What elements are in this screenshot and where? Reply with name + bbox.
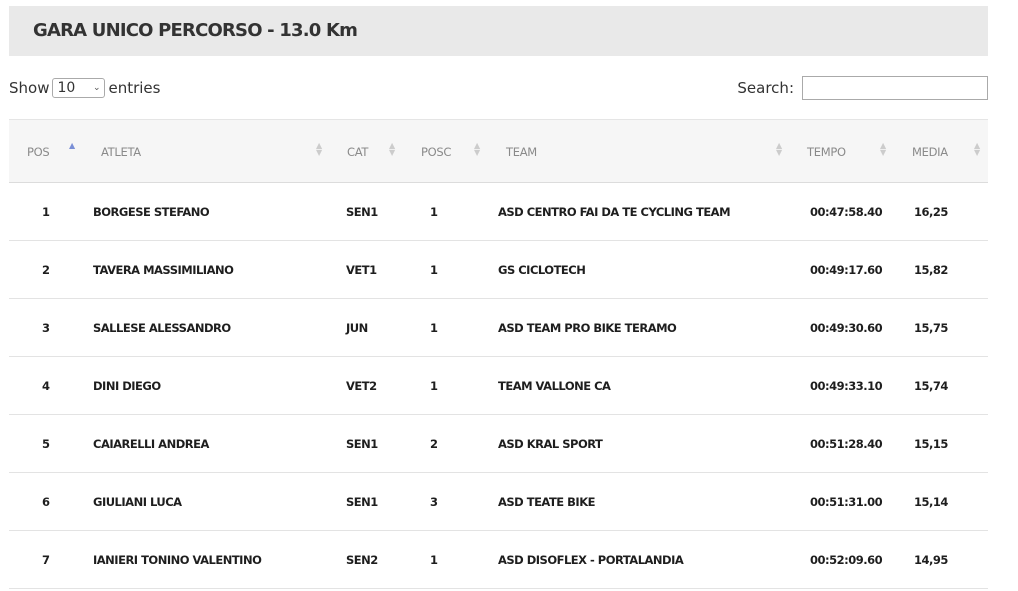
cell-cat: SEN1	[333, 182, 408, 241]
cell-pos: 1	[9, 182, 93, 241]
search-input[interactable]	[802, 76, 988, 100]
cell-pos: 7	[9, 530, 93, 589]
column-header-label: MEDIA	[912, 145, 948, 159]
column-header-label: CAT	[347, 145, 369, 159]
entries-select[interactable]: 10 ⌄	[52, 78, 106, 98]
entries-length-control: Show 10 ⌄ entries	[9, 77, 160, 99]
entries-select-value: 10	[57, 80, 76, 96]
column-header-pos[interactable]: POS ▲▼	[9, 119, 93, 183]
cell-pos: 3	[9, 298, 93, 357]
cell-media: 14,95	[898, 530, 988, 589]
results-table: POS ▲▼ ATLETA ▲▼ CAT ▲▼ POSC ▲▼ TEAM ▲▼ …	[9, 119, 988, 589]
cell-tempo: 00:51:28.40	[794, 414, 898, 473]
column-header-media[interactable]: MEDIA ▲ ▼	[898, 119, 988, 183]
table-row: 5 CAIARELLI ANDREA SEN1 2 ASD KRAL SPORT 00:5…	[9, 414, 988, 473]
cell-posc: 1	[408, 356, 493, 415]
sort-ascending-icon: ▲▼	[69, 141, 75, 150]
column-header-posc[interactable]: POSC ▲ ▼	[408, 119, 493, 183]
cell-pos: 2	[9, 240, 93, 299]
table-row: 7 IANIERI TONINO VALENTINO SEN2 1 ASD DISOFL…	[9, 530, 988, 589]
table-header-row: POS ▲▼ ATLETA ▲▼ CAT ▲▼ POSC ▲▼ TEAM ▲▼ …	[9, 119, 988, 183]
cell-team: ASD KRAL SPORT	[493, 414, 794, 473]
sort-icon: ▲ ▼	[880, 141, 886, 157]
cell-media: 15,82	[898, 240, 988, 299]
cell-atleta: BORGESE STEFANO	[93, 182, 333, 241]
column-header-team[interactable]: TEAM ▲ ▼	[493, 119, 794, 183]
cell-posc: 1	[408, 530, 493, 589]
table-row: 2 TAVERA MASSIMILIANO VET1 1 GS CICLOTECH 00:…	[9, 240, 988, 299]
cell-posc: 1	[408, 182, 493, 241]
cell-team: ASD TEATE BIKE	[493, 472, 794, 531]
cell-posc: 3	[408, 472, 493, 531]
cell-tempo: 00:49:17.60	[794, 240, 898, 299]
column-header-label: ATLETA	[101, 145, 141, 159]
column-header-atleta[interactable]: ATLETA ▲ ▼	[93, 119, 333, 183]
cell-team: GS CICLOTECH	[493, 240, 794, 299]
cell-media: 15,14	[898, 472, 988, 531]
search-control: Search:	[737, 76, 988, 100]
cell-atleta: TAVERA MASSIMILIANO	[93, 240, 333, 299]
cell-cat: VET1	[333, 240, 408, 299]
table-row: 1 BORGESE STEFANO SEN1 1 ASD CENTRO FAI DA T…	[9, 182, 988, 241]
page-title: GARA UNICO PERCORSO - 13.0 Km	[33, 20, 358, 41]
column-header-label: POSC	[421, 145, 452, 159]
cell-team: ASD CENTRO FAI DA TE CYCLING TEAM	[493, 182, 794, 241]
chevron-down-icon: ⌄	[92, 83, 101, 93]
cell-team: ASD DISOFLEX - PORTALANDIA	[493, 530, 794, 589]
cell-pos: 6	[9, 472, 93, 531]
cell-atleta: GIULIANI LUCA	[93, 472, 333, 531]
cell-pos: 4	[9, 356, 93, 415]
cell-tempo: 00:49:30.60	[794, 298, 898, 357]
cell-posc: 2	[408, 414, 493, 473]
cell-media: 15,75	[898, 298, 988, 357]
cell-posc: 1	[408, 240, 493, 299]
table-row: 4 DINI DIEGO VET2 1 TEAM VALLONE CA 00:49:33.…	[9, 356, 988, 415]
cell-cat: JUN	[333, 298, 408, 357]
column-header-label: POS	[27, 145, 50, 159]
cell-atleta: SALLESE ALESSANDRO	[93, 298, 333, 357]
cell-cat: VET2	[333, 356, 408, 415]
cell-media: 15,74	[898, 356, 988, 415]
cell-tempo: 00:47:58.40	[794, 182, 898, 241]
column-header-cat[interactable]: CAT ▲ ▼	[333, 119, 408, 183]
sort-icon: ▲ ▼	[389, 141, 395, 157]
column-header-label: TEMPO	[807, 145, 846, 159]
cell-cat: SEN1	[333, 414, 408, 473]
cell-media: 15,15	[898, 414, 988, 473]
cell-atleta: DINI DIEGO	[93, 356, 333, 415]
cell-cat: SEN2	[333, 530, 408, 589]
cell-team: ASD TEAM PRO BIKE TERAMO	[493, 298, 794, 357]
sort-icon: ▲ ▼	[776, 141, 782, 157]
sort-icon: ▲ ▼	[316, 141, 322, 157]
cell-atleta: IANIERI TONINO VALENTINO	[93, 530, 333, 589]
page-header: GARA UNICO PERCORSO - 13.0 Km	[9, 6, 988, 56]
cell-team: TEAM VALLONE CA	[493, 356, 794, 415]
column-header-tempo[interactable]: TEMPO ▲ ▼	[794, 119, 898, 183]
column-header-label: TEAM	[506, 145, 537, 159]
table-row: 6 GIULIANI LUCA SEN1 3 ASD TEATE BIKE 00:51:3…	[9, 472, 988, 531]
table-row: 3 SALLESE ALESSANDRO JUN 1 ASD TEAM PRO BIKE…	[9, 298, 988, 357]
sort-icon: ▲ ▼	[474, 141, 480, 157]
cell-cat: SEN1	[333, 472, 408, 531]
cell-posc: 1	[408, 298, 493, 357]
cell-pos: 5	[9, 414, 93, 473]
cell-media: 16,25	[898, 182, 988, 241]
cell-atleta: CAIARELLI ANDREA	[93, 414, 333, 473]
entries-label: entries	[108, 79, 161, 97]
cell-tempo: 00:52:09.60	[794, 530, 898, 589]
show-label: Show	[9, 79, 50, 97]
sort-icon: ▲ ▼	[974, 141, 980, 157]
cell-tempo: 00:51:31.00	[794, 472, 898, 531]
search-label: Search:	[737, 79, 794, 97]
cell-tempo: 00:49:33.10	[794, 356, 898, 415]
